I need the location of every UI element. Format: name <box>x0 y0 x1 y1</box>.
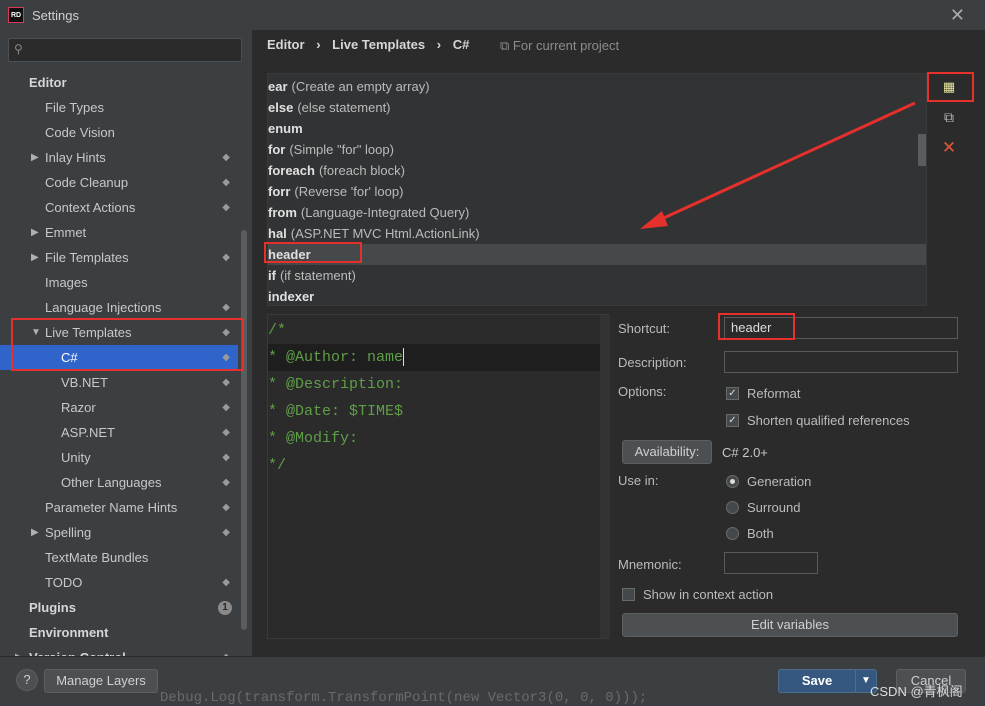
annotation-arrow <box>640 101 916 229</box>
